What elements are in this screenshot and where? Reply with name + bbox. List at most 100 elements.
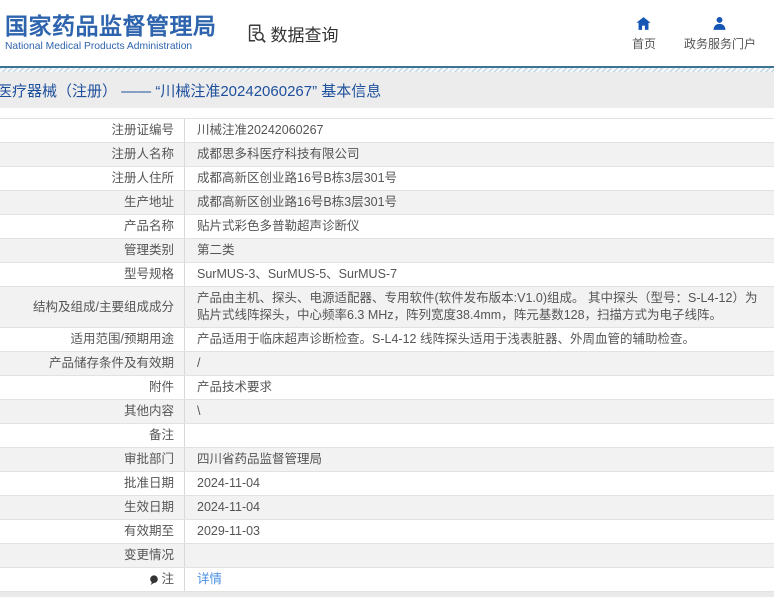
nav-gov-portal-label: 政务服务门户 [683, 36, 756, 51]
table-row: 审批部门 四川省药品监督管理局 [0, 448, 774, 472]
registration-info-table: 注册证编号 川械注准20242060267 注册人名称 成都思多科医疗科技有限公司 注册… [0, 118, 774, 592]
table-row: 其他内容 \ [0, 400, 774, 424]
field-value-text: 成都思多科医疗科技有限公司 [197, 147, 360, 161]
field-label-text: 备注 [148, 428, 174, 442]
table-row: 备注 [0, 424, 774, 448]
field-value: 2024-11-04 [185, 496, 774, 519]
field-value-text: \ [197, 404, 201, 418]
table-row: 注册人名称 成都思多科医疗科技有限公司 [0, 143, 774, 167]
nmpa-logo[interactable]: 国家药品监督管理局 National Medical Products Admi… [5, 13, 217, 53]
document-search-icon [248, 24, 266, 43]
table-row: 有效期至 2029-11-03 [0, 520, 774, 544]
field-value [185, 424, 774, 447]
table-row: 生效日期 2024-11-04 [0, 496, 774, 520]
field-value: 产品技术要求 [185, 376, 774, 399]
field-value-text: 成都高新区创业路16号B栋3层301号 [197, 171, 398, 185]
field-value: 川械注准20242060267 [185, 119, 774, 142]
field-value: 四川省药品监督管理局 [185, 448, 774, 471]
table-row: 产品储存条件及有效期 / [0, 352, 774, 376]
field-label-text: 生效日期 [123, 500, 174, 514]
nav-home-label: 首页 [631, 36, 656, 51]
field-label-text: 变更情况 [123, 548, 174, 562]
table-row: 产品名称 贴片式彩色多普勒超声诊断仪 [0, 215, 774, 239]
field-label-text: 注 [161, 572, 174, 586]
table-row: 变更情况 [0, 544, 774, 568]
field-label: 注册人住所 [0, 167, 185, 190]
field-value-text: / [197, 356, 201, 370]
field-value: 第二类 [185, 239, 774, 262]
home-icon [636, 16, 652, 30]
site-header: 国家药品监督管理局 National Medical Products Admi… [0, 0, 774, 66]
field-value-text: 川械注准20242060267 [197, 123, 324, 137]
data-query-section[interactable]: 数据查询 [245, 21, 339, 46]
table-row: 管理类别 第二类 [0, 239, 774, 263]
field-label: 适用范围/预期用途 [0, 328, 185, 351]
nav-home[interactable]: 首页 [632, 15, 656, 52]
field-label: 注册证编号 [0, 119, 185, 142]
details-link[interactable]: 详情 [197, 571, 222, 588]
field-label: 产品储存条件及有效期 [0, 352, 185, 375]
field-value: \ [185, 400, 774, 423]
field-label-text: 批准日期 [123, 476, 174, 490]
field-value: 贴片式彩色多普勒超声诊断仪 [185, 215, 774, 238]
field-label: 有效期至 [0, 520, 185, 543]
field-label: 注 [0, 568, 185, 591]
table-row: 附件 产品技术要求 [0, 376, 774, 400]
field-label: 产品名称 [0, 215, 185, 238]
field-value-text: 产品由主机、探头、电源适配器、专用软件(软件发布版本:V1.0)组成。 其中探头… [197, 291, 758, 322]
field-value-text: 第二类 [197, 243, 235, 257]
field-value: 2024-11-04 [185, 472, 774, 495]
field-value-text: 2029-11-03 [197, 524, 261, 538]
field-label-text: 附件 [148, 380, 174, 394]
header-nav: 首页 政务服务门户 [632, 15, 762, 52]
field-label: 审批部门 [0, 448, 185, 471]
field-value-text: 产品适用于临床超声诊断检查。S-L4-12 线阵探头适用于浅表脏器、外周血管的辅… [197, 332, 695, 346]
field-label: 注册人名称 [0, 143, 185, 166]
field-label-text: 注册人名称 [111, 147, 174, 161]
field-label-text: 有效期至 [123, 524, 174, 538]
nav-gov-portal[interactable]: 政务服务门户 [684, 15, 756, 52]
field-value-text: SurMUS-3、SurMUS-5、SurMUS-7 [197, 267, 398, 281]
field-value: 成都高新区创业路16号B栋3层301号 [185, 167, 774, 190]
field-value: 成都思多科医疗科技有限公司 [185, 143, 774, 166]
field-label-text: 结构及组成/主要组成成分 [33, 299, 174, 314]
field-label: 结构及组成/主要组成成分 [0, 287, 185, 327]
spacer [0, 108, 774, 118]
field-label-text: 适用范围/预期用途 [70, 332, 174, 346]
user-icon [713, 16, 727, 30]
field-label: 变更情况 [0, 544, 185, 567]
field-label-text: 型号规格 [123, 267, 174, 281]
page: 国家药品监督管理局 National Medical Products Admi… [0, 0, 774, 597]
field-label: 其他内容 [0, 400, 185, 423]
field-value: 详情 [185, 568, 774, 591]
table-row: 适用范围/预期用途 产品适用于临床超声诊断检查。S-L4-12 线阵探头适用于浅表… [0, 328, 774, 352]
field-label-text: 其他内容 [123, 404, 174, 418]
field-value: SurMUS-3、SurMUS-5、SurMUS-7 [185, 263, 774, 286]
page-title: 医疗器械（注册） —— “川械注准20242060267” 基本信息 [0, 82, 382, 100]
field-label-text: 注册人住所 [111, 171, 174, 185]
logo-subtitle: National Medical Products Administration [5, 40, 193, 52]
field-label-text: 产品名称 [123, 219, 174, 233]
field-value: / [185, 352, 774, 375]
field-label: 生产地址 [0, 191, 185, 214]
field-label-text: 审批部门 [123, 452, 174, 466]
field-label-text: 管理类别 [123, 243, 174, 257]
table-row: 注册证编号 川械注准20242060267 [0, 119, 774, 143]
field-value-text: 2024-11-04 [197, 500, 261, 514]
field-label: 型号规格 [0, 263, 185, 286]
field-value-text: 贴片式彩色多普勒超声诊断仪 [197, 219, 360, 233]
field-label: 备注 [0, 424, 185, 447]
page-bottom-strip [0, 592, 774, 597]
note-icon [150, 574, 159, 585]
field-label: 附件 [0, 376, 185, 399]
table-row: 注册人住所 成都高新区创业路16号B栋3层301号 [0, 167, 774, 191]
field-value-text: 2024-11-04 [197, 476, 261, 490]
field-label-text: 产品储存条件及有效期 [48, 356, 174, 370]
field-value-text: 成都高新区创业路16号B栋3层301号 [197, 195, 398, 209]
field-value-text: 四川省药品监督管理局 [197, 452, 323, 466]
table-row: 批准日期 2024-11-04 [0, 472, 774, 496]
field-value: 成都高新区创业路16号B栋3层301号 [185, 191, 774, 214]
field-value [185, 544, 774, 567]
table-row: 结构及组成/主要组成成分 产品由主机、探头、电源适配器、专用软件(软件发布版本:V… [0, 287, 774, 328]
table-row: 注 详情 [0, 568, 774, 592]
